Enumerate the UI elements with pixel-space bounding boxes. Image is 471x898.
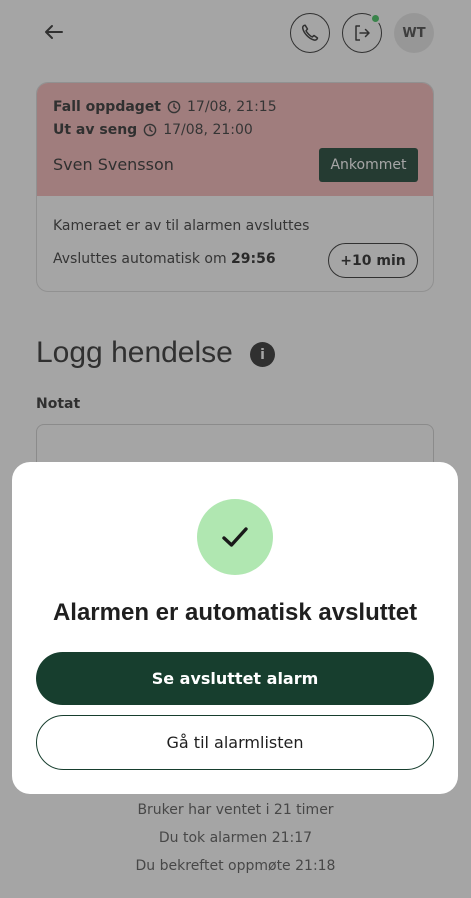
checkmark-badge [197,499,273,575]
view-closed-alarm-button[interactable]: Se avsluttet alarm [36,652,434,705]
go-to-alarm-list-button[interactable]: Gå til alarmlisten [36,715,434,770]
checkmark-icon [222,527,248,547]
alarm-closed-dialog: Alarmen er automatisk avsluttet Se avslu… [12,462,458,794]
dialog-title: Alarmen er automatisk avsluttet [52,599,418,626]
